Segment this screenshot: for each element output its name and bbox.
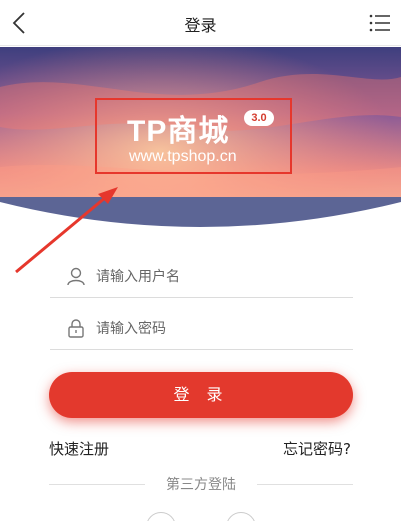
top-bar: 登录 [0,0,401,46]
logo-text: TP商城 [127,115,230,148]
logo-url: www.tpshop.cn [129,148,237,165]
password-field [50,310,353,350]
lock-icon [68,319,84,338]
version-badge: 3.0 [244,110,274,126]
divider-line [257,484,353,485]
forgot-password-link[interactable]: 忘记密码? [283,438,351,459]
third-party-divider: 第三方登陆 [49,474,353,494]
social-login-icon[interactable] [146,512,176,521]
username-input[interactable] [96,264,346,290]
register-link[interactable]: 快速注册 [49,438,109,459]
page-title: 登录 [184,16,217,35]
social-login-icon[interactable] [226,512,256,521]
login-button[interactable]: 登 录 [49,372,353,418]
username-field [50,258,353,298]
list-menu-icon[interactable] [369,12,391,34]
logo-highlight-box: TP商城 3.0 www.tpshop.cn [95,98,292,174]
password-input[interactable] [96,316,346,342]
user-icon [67,267,85,286]
